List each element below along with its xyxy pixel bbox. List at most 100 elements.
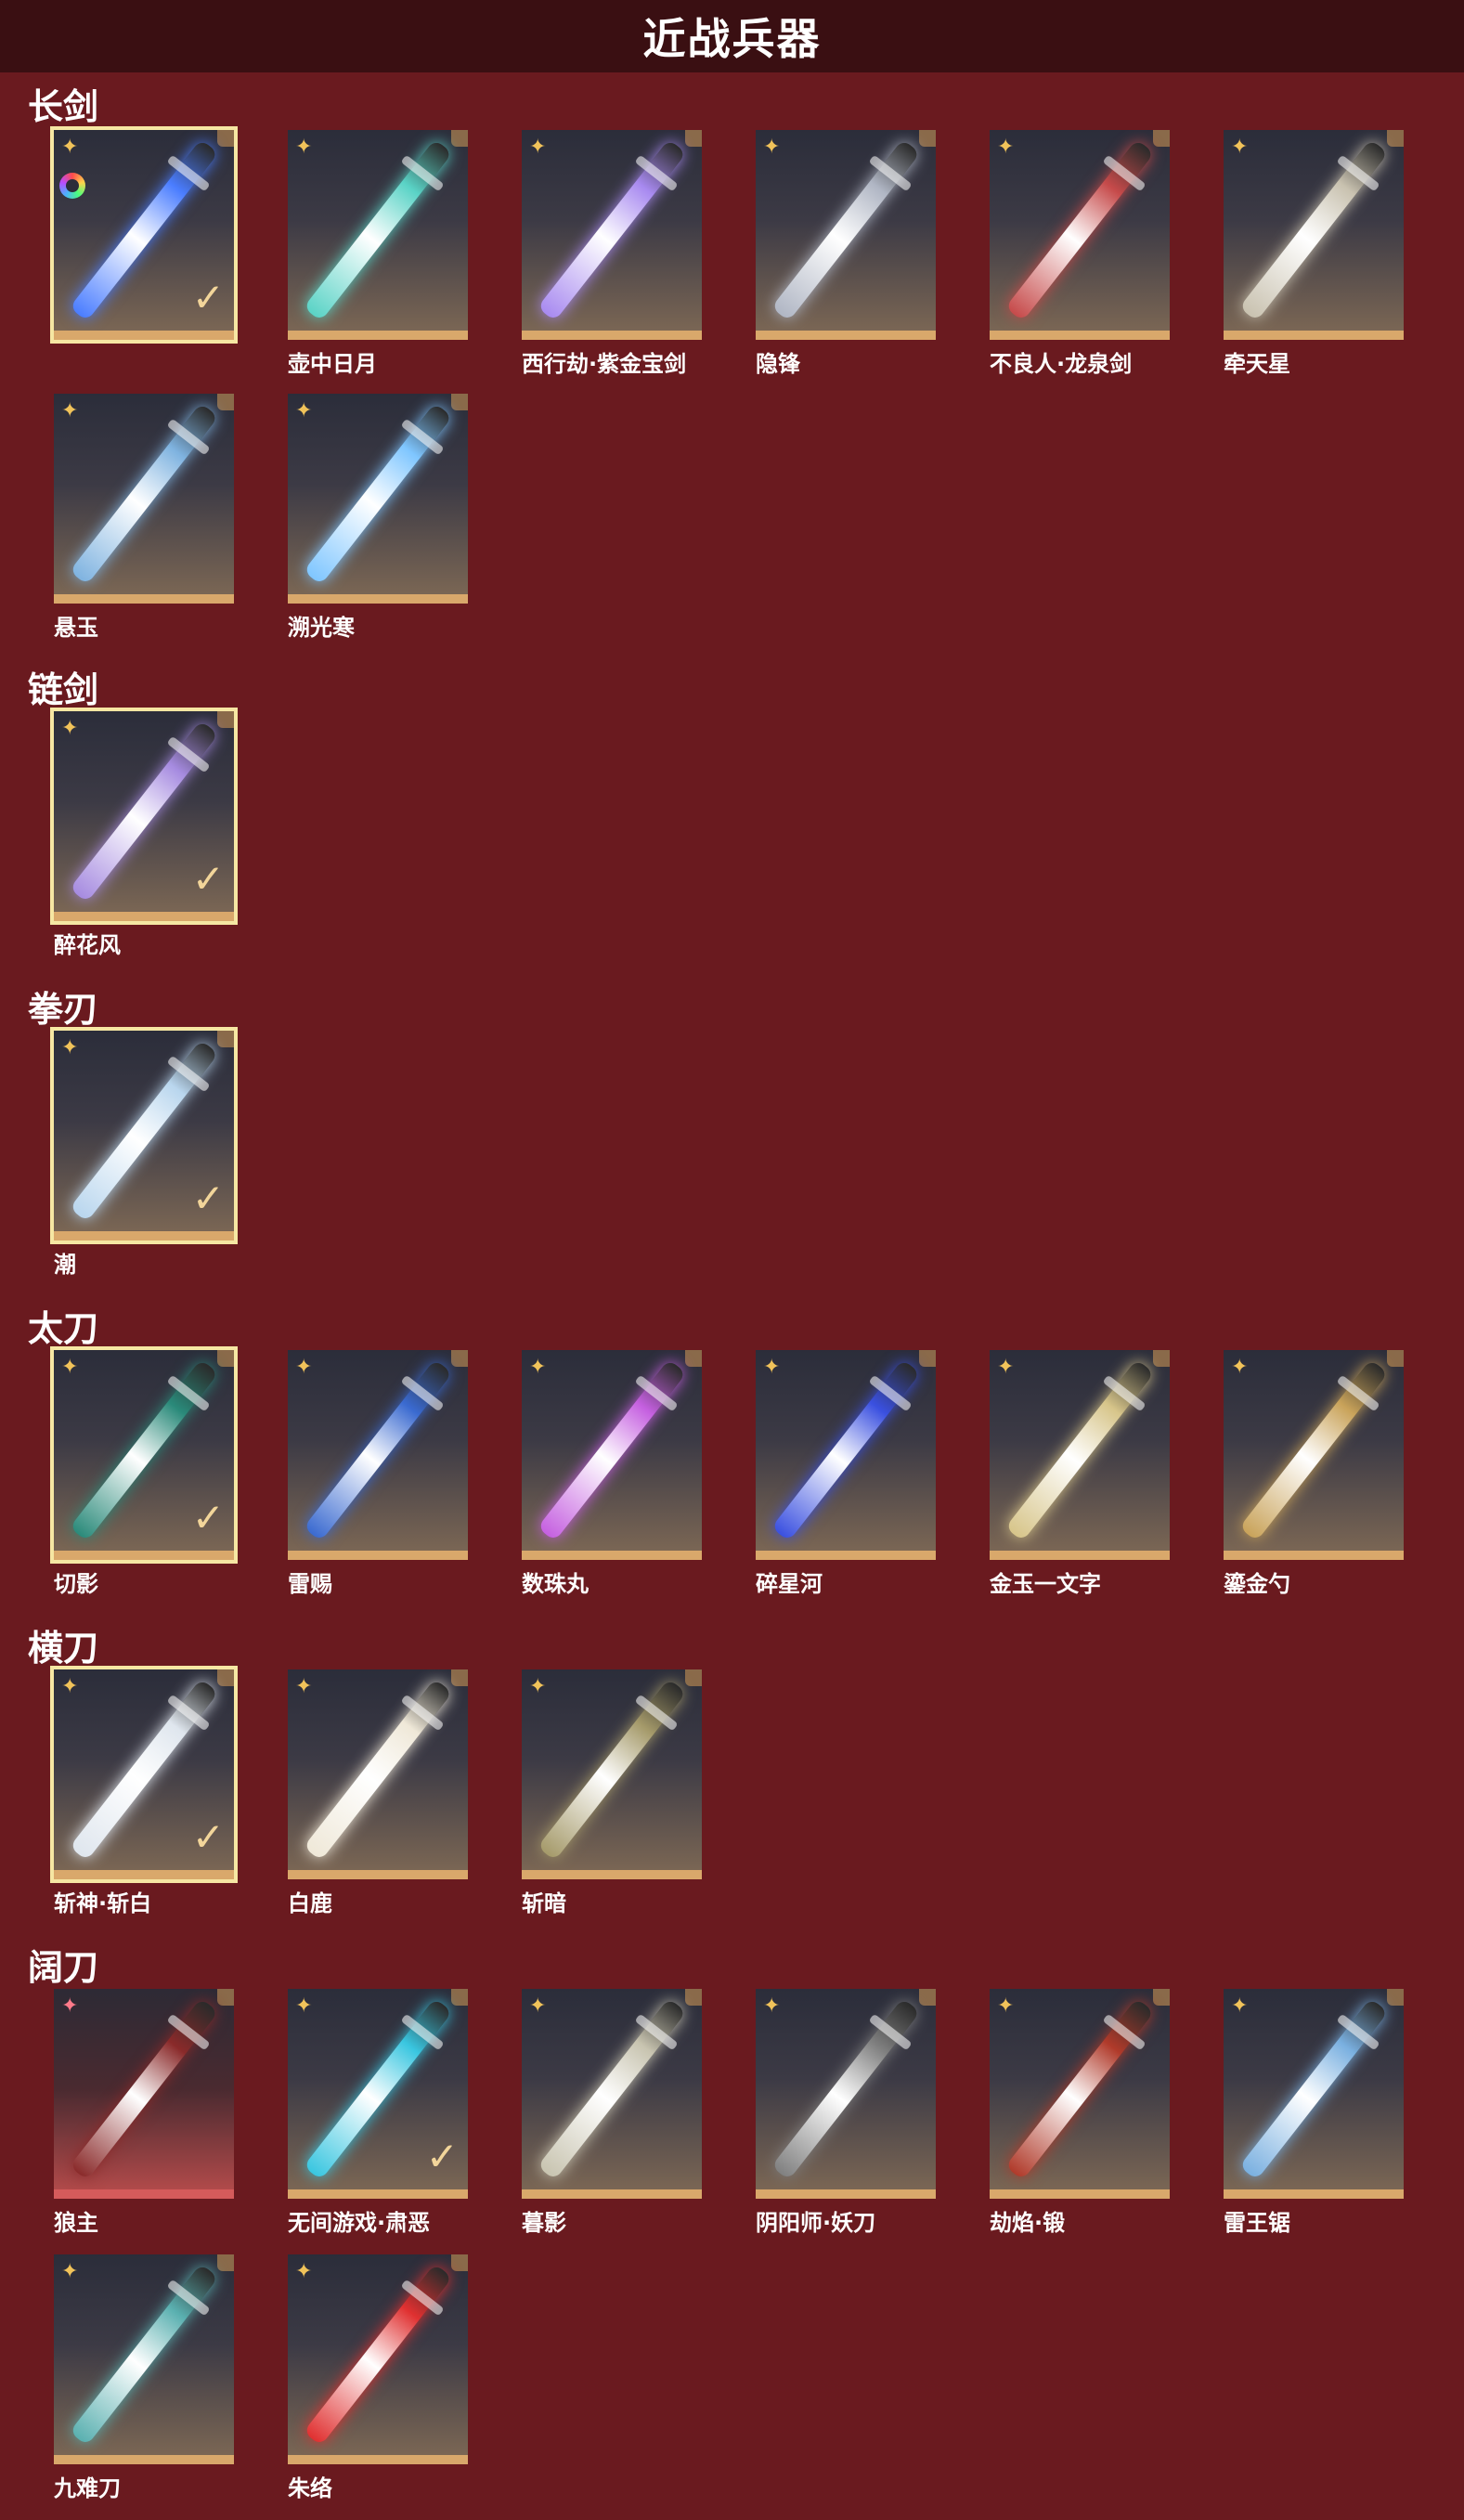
weapon-art-icon [537,138,687,322]
weapon-card[interactable]: ✦ 雷王锯 [1224,1989,1404,2236]
equipped-check-icon: ✓ [191,1176,225,1221]
corner-tab-icon [685,1350,702,1367]
weapon-name: 西行劫·紫金宝剑 [522,351,687,377]
weapon-thumbnail[interactable]: ✦ [54,1989,234,2199]
weapon-card[interactable]: ✦ ✓ 切影 [50,1346,238,1597]
weapon-thumbnail[interactable]: ✦ [990,130,1170,340]
corner-tab-icon [217,1989,234,2006]
weapon-thumbnail[interactable]: ✦ ✓ [50,708,238,925]
weapon-card[interactable]: ✦ 悬玉 [54,394,234,641]
weapon-art-icon [69,402,219,586]
corner-tab-icon [451,130,468,147]
weapon-card[interactable]: ✦ 暮影 [522,1989,702,2236]
weapon-name: 雷王锯 [1224,2210,1290,2236]
corner-tab-icon [1153,130,1170,147]
weapon-art-icon [69,2263,219,2447]
rarity-star-icon: ✦ [295,1994,313,2018]
weapon-art-icon [303,1358,453,1542]
corner-tab-icon [451,1669,468,1686]
corner-tab-icon [451,2254,468,2271]
weapon-thumbnail[interactable]: ✦ [522,1669,702,1879]
color-variant-icon[interactable] [59,173,85,199]
weapon-thumbnail[interactable]: ✦ ✓ [50,126,238,344]
weapon-card[interactable]: ✦ 白鹿 [288,1669,468,1916]
weapon-thumbnail[interactable]: ✦ [990,1989,1170,2199]
weapon-card[interactable]: ✦ 西行劫·紫金宝剑 [522,130,702,377]
equipped-check-icon: ✓ [191,275,225,320]
weapon-card[interactable]: ✦ 九难刀 [54,2254,234,2501]
weapon-thumbnail[interactable]: ✦ [288,2254,468,2464]
weapon-card[interactable]: ✦ 溯光寒 [288,394,468,641]
weapon-card[interactable]: ✦ 阴阳师·妖刀 [756,1989,936,2236]
weapon-name: 劫焰·锻 [990,2210,1066,2236]
weapon-name: 九难刀 [54,2475,121,2501]
weapon-thumbnail[interactable]: ✦ [1224,1350,1404,1560]
rarity-star-icon: ✦ [295,1356,313,1379]
weapon-thumbnail[interactable]: ✦ [288,1669,468,1879]
rarity-star-icon: ✦ [529,1675,547,1698]
weapon-thumbnail[interactable]: ✦ [288,394,468,604]
weapon-card[interactable]: ✦ 壶中日月 [288,130,468,377]
weapon-card[interactable]: ✦ ✓ 斩神·斩白 [50,1666,238,1916]
rarity-star-icon: ✦ [295,1675,313,1698]
weapon-name: 白鹿 [288,1890,332,1916]
weapon-thumbnail[interactable]: ✦ ✓ [50,1666,238,1883]
weapon-card[interactable]: ✦ ✓ 无间游戏·肃恶 [288,1989,468,2236]
weapon-card[interactable]: ✦ 碎星河 [756,1350,936,1597]
corner-tab-icon [217,1669,234,1686]
weapon-thumbnail[interactable]: ✦ [54,394,234,604]
weapon-card[interactable]: ✦ 朱络 [288,2254,468,2501]
weapon-card[interactable]: ✦ ✓ 醉花风 [50,708,238,958]
weapon-card[interactable]: ✦ 斩暗 [522,1669,702,1916]
weapon-name: 阴阳师·妖刀 [756,2210,876,2236]
rarity-star-icon: ✦ [61,1356,79,1379]
page-title: 近战兵器 [642,14,822,64]
weapon-name: 斩神·斩白 [54,1890,152,1916]
rarity-star-icon: ✦ [763,1356,781,1379]
weapon-thumbnail[interactable]: ✦ [1224,1989,1404,2199]
weapon-name: 狼主 [54,2210,98,2236]
page-header: 近战兵器 [0,0,1464,72]
section-title: 长剑 [28,86,99,127]
weapon-card[interactable]: ✦ 狼主 [54,1989,234,2236]
equipped-check-icon: ✓ [425,2134,459,2179]
weapon-thumbnail[interactable]: ✦ [522,1989,702,2199]
weapon-card[interactable]: ✦ ✓ [50,126,238,344]
weapon-card[interactable]: ✦ 数珠丸 [522,1350,702,1597]
corner-tab-icon [1153,1989,1170,2006]
weapon-thumbnail[interactable]: ✦ ✓ [50,1346,238,1564]
weapon-thumbnail[interactable]: ✦ [522,1350,702,1560]
weapon-thumbnail[interactable]: ✦ [54,2254,234,2464]
weapon-thumbnail[interactable]: ✦ [1224,130,1404,340]
weapon-card[interactable]: ✦ 不良人·龙泉剑 [990,130,1170,377]
rarity-star-icon: ✦ [997,1356,1015,1379]
weapon-card[interactable]: ✦ ✓ 潮 [50,1027,238,1278]
weapon-art-icon [1238,1358,1389,1542]
rarity-star-icon: ✦ [61,2260,79,2283]
weapon-card[interactable]: ✦ 牵天星 [1224,130,1404,377]
weapon-name: 鎏金勺 [1224,1571,1290,1597]
corner-tab-icon [919,130,936,147]
weapon-card[interactable]: ✦ 鎏金勺 [1224,1350,1404,1597]
weapon-name: 无间游戏·肃恶 [288,2210,431,2236]
weapon-thumbnail[interactable]: ✦ [522,130,702,340]
corner-tab-icon [1387,130,1404,147]
weapon-thumbnail[interactable]: ✦ ✓ [50,1027,238,1244]
weapon-card[interactable]: ✦ 雷赐 [288,1350,468,1597]
weapon-card[interactable]: ✦ 劫焰·锻 [990,1989,1170,2236]
rarity-star-icon: ✦ [61,399,79,422]
weapon-card[interactable]: ✦ 隐锋 [756,130,936,377]
weapon-thumbnail[interactable]: ✦ [756,1350,936,1560]
weapon-art-icon [1004,1358,1155,1542]
weapon-thumbnail[interactable]: ✦ [990,1350,1170,1560]
weapon-card[interactable]: ✦ 金玉一文字 [990,1350,1170,1597]
weapon-name: 朱络 [288,2475,332,2501]
weapon-thumbnail[interactable]: ✦ [288,1350,468,1560]
weapon-thumbnail[interactable]: ✦ ✓ [288,1989,468,2199]
rarity-star-icon: ✦ [295,399,313,422]
weapon-thumbnail[interactable]: ✦ [756,1989,936,2199]
corner-tab-icon [451,394,468,410]
weapon-thumbnail[interactable]: ✦ [756,130,936,340]
weapon-art-icon [537,1358,687,1542]
weapon-thumbnail[interactable]: ✦ [288,130,468,340]
